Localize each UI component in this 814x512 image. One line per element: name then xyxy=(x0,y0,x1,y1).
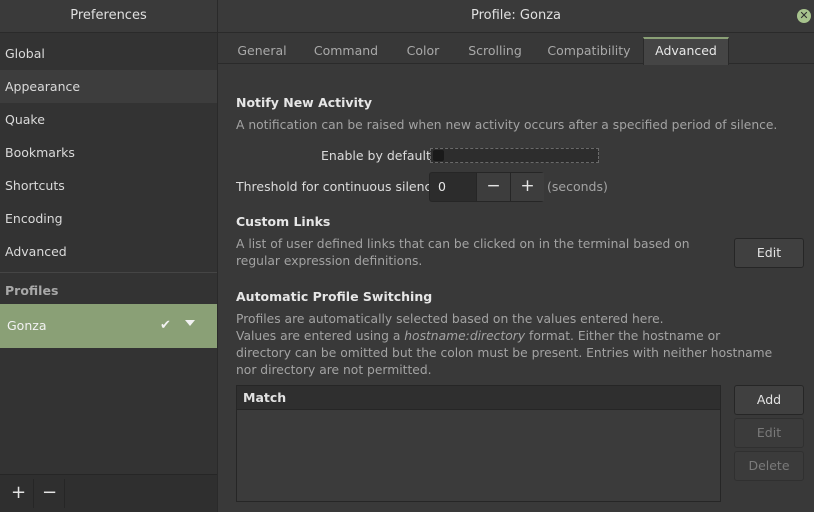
threshold-unit: (seconds) xyxy=(547,179,608,194)
edit-match-button[interactable]: Edit xyxy=(734,418,804,448)
threshold-value[interactable]: 0 xyxy=(438,173,446,201)
window-header: Profile: Gonza ✕ xyxy=(218,0,814,33)
auto-switch-line-2-pre: Values are entered using a xyxy=(236,329,405,343)
sidebar-item-encoding[interactable]: Encoding xyxy=(0,202,217,235)
custom-links-edit-button[interactable]: Edit xyxy=(734,238,804,268)
custom-links-heading: Custom Links xyxy=(236,214,331,229)
chevron-down-icon[interactable] xyxy=(185,320,195,326)
tab-advanced[interactable]: Advanced xyxy=(643,37,729,65)
tab-command[interactable]: Command xyxy=(306,39,386,63)
auto-switch-line-1: Profiles are automatically selected base… xyxy=(236,312,664,326)
auto-switch-heading: Automatic Profile Switching xyxy=(236,289,433,304)
add-match-button[interactable]: Add xyxy=(734,385,804,415)
enable-by-default-label: Enable by default xyxy=(321,148,431,163)
tab-bar: General Command Color Scrolling Compatib… xyxy=(218,33,814,65)
sidebar-item-shortcuts[interactable]: Shortcuts xyxy=(0,169,217,202)
custom-links-description-1: A list of user defined links that can be… xyxy=(236,237,690,251)
profile-item-gonza[interactable]: Gonza ✔ xyxy=(0,304,217,348)
auto-switch-line-2: Values are entered using a hostname:dire… xyxy=(236,328,720,345)
sidebar-item-global[interactable]: Global xyxy=(0,37,217,70)
close-icon: ✕ xyxy=(799,9,809,22)
preferences-sidebar: Preferences Global Appearance Quake Book… xyxy=(0,0,218,512)
checkmark-icon: ✔ xyxy=(160,318,171,333)
delete-match-button[interactable]: Delete xyxy=(734,451,804,481)
match-column-header[interactable]: Match xyxy=(237,386,720,410)
remove-profile-button[interactable]: − xyxy=(35,479,65,508)
threshold-label: Threshold for continuous silence xyxy=(236,179,440,194)
sidebar-item-advanced[interactable]: Advanced xyxy=(0,235,217,268)
custom-links-description-2: regular expression definitions. xyxy=(236,254,423,268)
sidebar-item-appearance[interactable]: Appearance xyxy=(0,70,217,103)
sidebar-bottom-toolbar: + − xyxy=(0,474,217,512)
auto-switch-line-2-post: format. Either the hostname or xyxy=(525,329,721,343)
tab-compatibility[interactable]: Compatibility xyxy=(540,39,638,63)
sidebar-title: Preferences xyxy=(0,0,217,33)
add-profile-button[interactable]: + xyxy=(4,479,34,508)
switch-knob xyxy=(433,150,444,161)
notify-description: A notification can be raised when new ac… xyxy=(236,118,778,132)
auto-switch-line-4: nor directory are not permitted. xyxy=(236,363,432,377)
notify-heading: Notify New Activity xyxy=(236,95,372,110)
tab-color[interactable]: Color xyxy=(396,39,450,63)
auto-switch-line-3: directory can be omitted but the colon m… xyxy=(236,346,773,360)
hostname-directory-term: hostname:directory xyxy=(404,329,526,343)
tab-scrolling[interactable]: Scrolling xyxy=(460,39,530,63)
sidebar-list: Global Appearance Quake Bookmarks Shortc… xyxy=(0,37,217,309)
close-button[interactable]: ✕ xyxy=(797,9,811,23)
match-table[interactable]: Match xyxy=(236,385,721,502)
window-title: Profile: Gonza xyxy=(471,8,561,23)
tab-general[interactable]: General xyxy=(228,39,296,63)
profile-name: Gonza xyxy=(7,318,47,333)
enable-by-default-switch[interactable] xyxy=(430,148,599,163)
increment-button[interactable]: + xyxy=(510,173,544,201)
decrement-button[interactable]: − xyxy=(476,173,510,201)
threshold-stepper[interactable]: 0 − + xyxy=(429,172,544,202)
sidebar-item-quake[interactable]: Quake xyxy=(0,103,217,136)
sidebar-item-bookmarks[interactable]: Bookmarks xyxy=(0,136,217,169)
